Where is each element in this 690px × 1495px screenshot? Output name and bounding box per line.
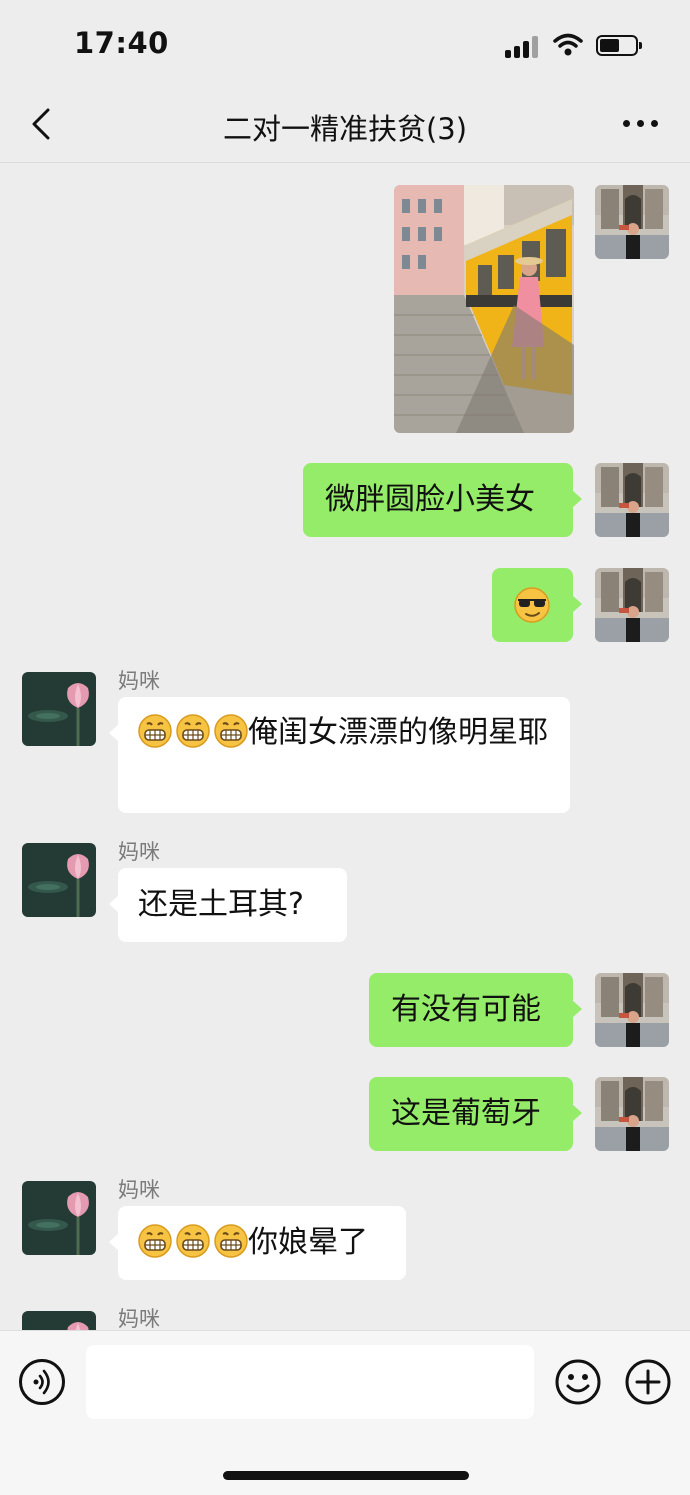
cellular-signal-icon [505, 34, 541, 58]
emoji-bubble[interactable] [492, 568, 582, 642]
mom-avatar[interactable] [22, 1181, 96, 1255]
sender-name: 妈咪 [118, 1307, 160, 1331]
grin-emoji-icon [138, 714, 172, 760]
mom-avatar[interactable] [22, 1311, 96, 1330]
message-bubble[interactable]: 这是葡萄牙 [369, 1077, 582, 1151]
message-text: 这是葡萄牙 [391, 1096, 541, 1131]
message-bubble[interactable]: 俺闺女漂漂的像明星耶 [109, 697, 570, 813]
sender-name: 妈咪 [118, 669, 160, 693]
message-text: 俺闺女漂漂的像明星耶 [248, 715, 548, 750]
grin-emoji-icon [138, 1224, 172, 1270]
message-text: 微胖圆脸小美女 [325, 482, 535, 517]
sender-name: 妈咪 [118, 1178, 160, 1202]
message-input[interactable] [86, 1345, 534, 1419]
street-tram-photo [394, 185, 574, 433]
chat-title: 二对一精准扶贫(3) [222, 112, 468, 146]
message-text: 还是土耳其? [138, 887, 304, 922]
status-time: 17:40 [74, 26, 169, 60]
grin-emoji-icon [172, 714, 210, 760]
my-avatar[interactable] [595, 568, 669, 642]
more-dots-icon[interactable] [620, 120, 660, 130]
my-avatar[interactable] [595, 1077, 669, 1151]
message-bubble[interactable]: 你娘晕了 [109, 1206, 406, 1280]
message-bubble[interactable]: 微胖圆脸小美女 [303, 463, 582, 537]
message-bubble[interactable]: 有没有可能 [369, 973, 582, 1047]
my-avatar[interactable] [595, 973, 669, 1047]
wifi-icon [553, 33, 583, 56]
status-bar: 17:40 [0, 0, 690, 90]
my-avatar[interactable] [595, 463, 669, 537]
photo-message[interactable] [394, 185, 574, 433]
home-indicator [223, 1471, 469, 1480]
battery-icon [596, 35, 642, 56]
sunglasses-emoji-icon [514, 587, 550, 623]
mom-avatar[interactable] [22, 843, 96, 917]
sender-name: 妈咪 [118, 840, 160, 864]
voice-icon[interactable] [19, 1359, 65, 1405]
grin-emoji-icon [172, 1224, 210, 1270]
grin-emoji-icon [210, 714, 248, 760]
grin-emoji-icon [210, 1224, 248, 1270]
plus-icon[interactable] [624, 1358, 672, 1406]
my-avatar[interactable] [595, 185, 669, 259]
input-bar [0, 1330, 690, 1495]
mom-avatar[interactable] [22, 672, 96, 746]
emoji-icon[interactable] [554, 1358, 602, 1406]
message-text: 你娘晕了 [248, 1225, 368, 1260]
message-bubble[interactable]: 还是土耳其? [109, 868, 347, 942]
message-text: 有没有可能 [391, 992, 541, 1027]
chat-header: 二对一精准扶贫(3) [0, 90, 690, 163]
